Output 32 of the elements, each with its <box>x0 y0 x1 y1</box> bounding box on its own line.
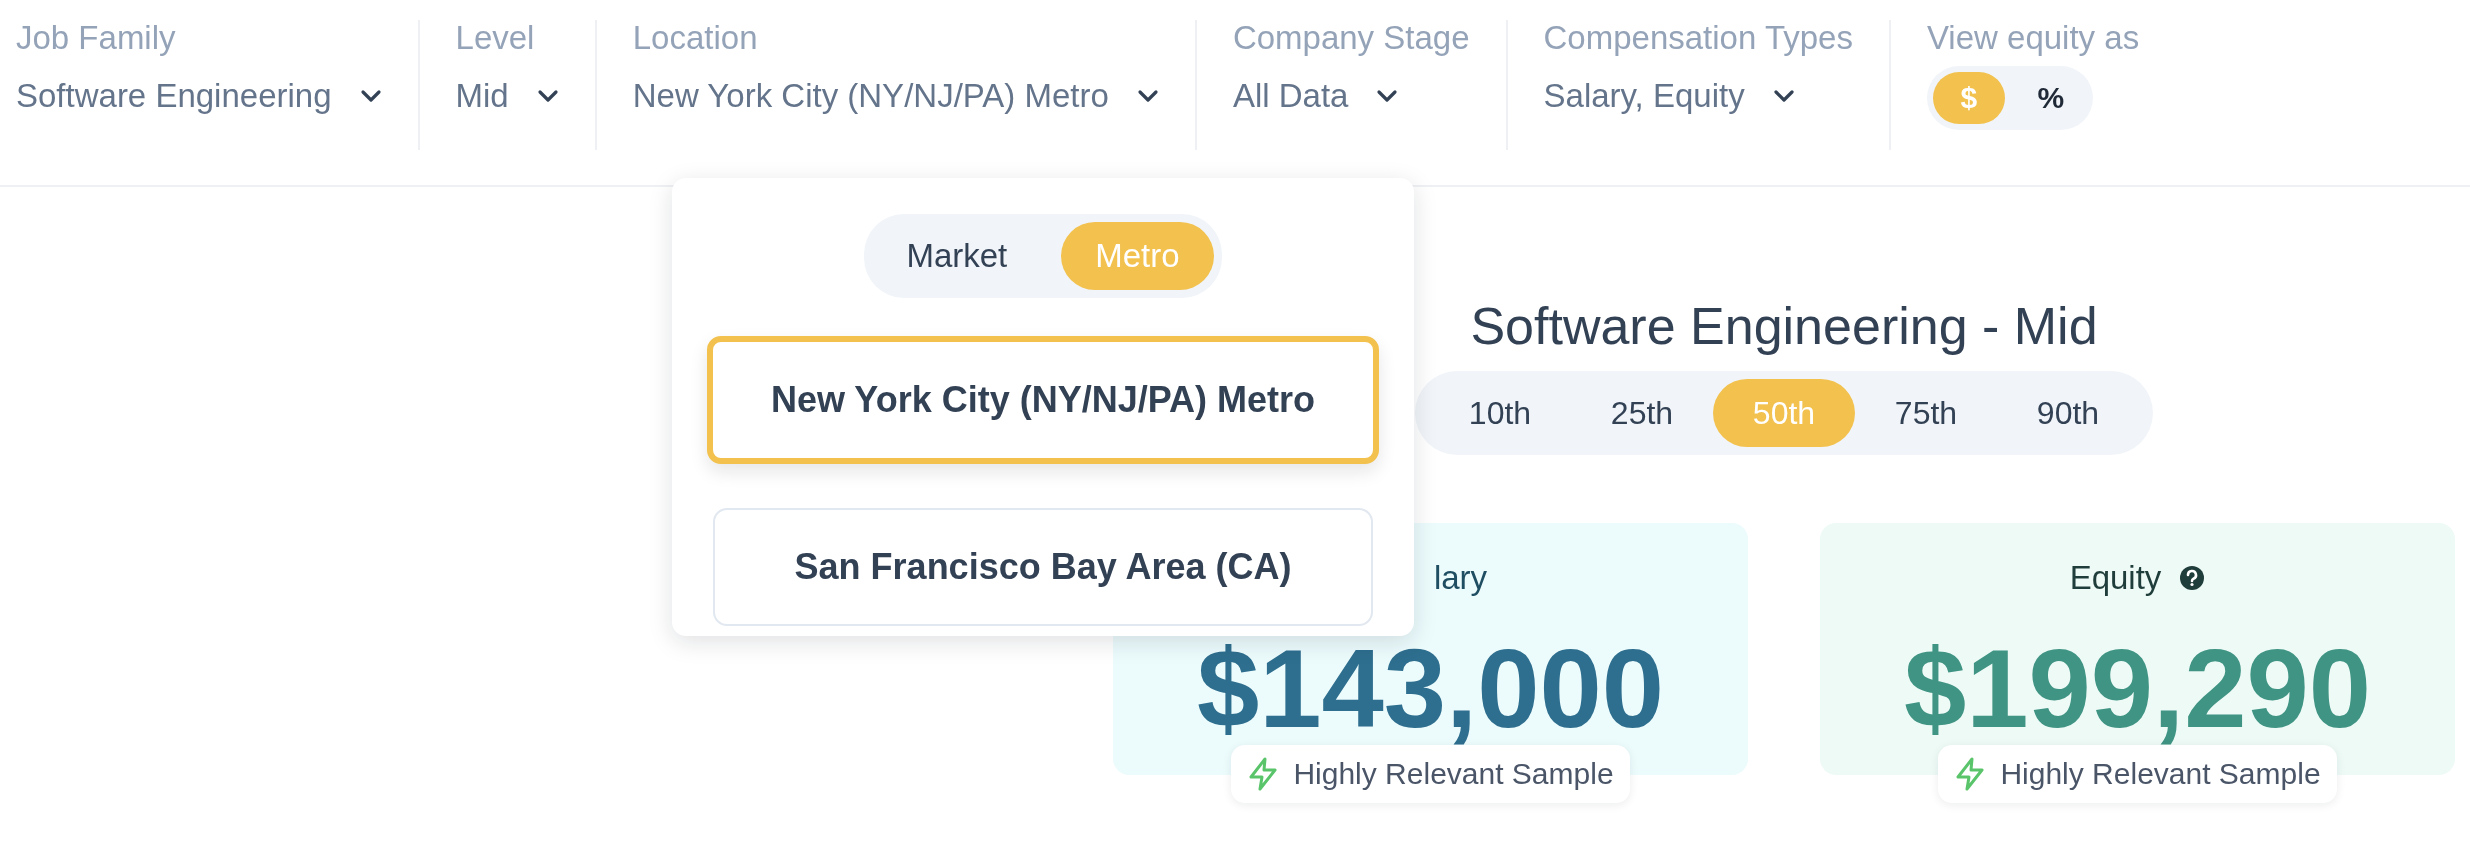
filter-dropdown[interactable]: New York City (NY/NJ/PA) Metro <box>632 78 1159 115</box>
mode-option[interactable]: Market <box>872 222 1042 290</box>
chevron-down-icon <box>1136 89 1159 104</box>
filter-dropdown[interactable]: Software Engineering <box>16 78 382 115</box>
chevron-down-icon <box>1376 89 1399 104</box>
card-amount: $199,290 <box>1903 633 2372 746</box>
chevron-down-icon <box>536 89 559 104</box>
percentile-tab[interactable]: 75th <box>1855 379 1997 448</box>
percentile-tab[interactable]: 10th <box>1429 379 1571 448</box>
percentile-tab[interactable]: 25th <box>1571 379 1713 448</box>
help-icon[interactable] <box>2179 565 2206 592</box>
filter-dropdown[interactable]: All Data <box>1232 78 1470 115</box>
location-option[interactable]: New York City (NY/NJ/PA) Metro <box>707 336 1379 464</box>
filter-label: Compensation Types <box>1543 20 1853 57</box>
filter-label: Job Family <box>16 20 177 57</box>
chevron-down-icon <box>1772 89 1795 104</box>
badge-text: Highly Relevant Sample <box>1293 757 1614 792</box>
filter-label: Location <box>632 20 759 57</box>
chevron-down-icon <box>359 89 382 104</box>
filter-label: Company Stage <box>1232 20 1470 57</box>
badge-text: Highly Relevant Sample <box>2000 757 2321 792</box>
card-label: lary <box>1432 559 1488 598</box>
filter-label: Level <box>455 20 536 57</box>
card-amount: $143,000 <box>1196 633 1665 746</box>
page-title: Software Engineering - Mid <box>1470 296 2098 357</box>
toggle-option[interactable]: % <box>2014 72 2087 125</box>
location-option[interactable]: San Francisco Bay Area (CA) <box>713 508 1373 626</box>
filter-dropdown[interactable]: Salary, Equity <box>1543 78 1853 115</box>
card-label: Equity <box>2069 559 2162 598</box>
percentile-tab[interactable]: 90th <box>1997 379 2139 448</box>
filter-label: View equity as <box>1926 20 2140 57</box>
filter-dropdown[interactable]: Mid <box>455 78 559 115</box>
